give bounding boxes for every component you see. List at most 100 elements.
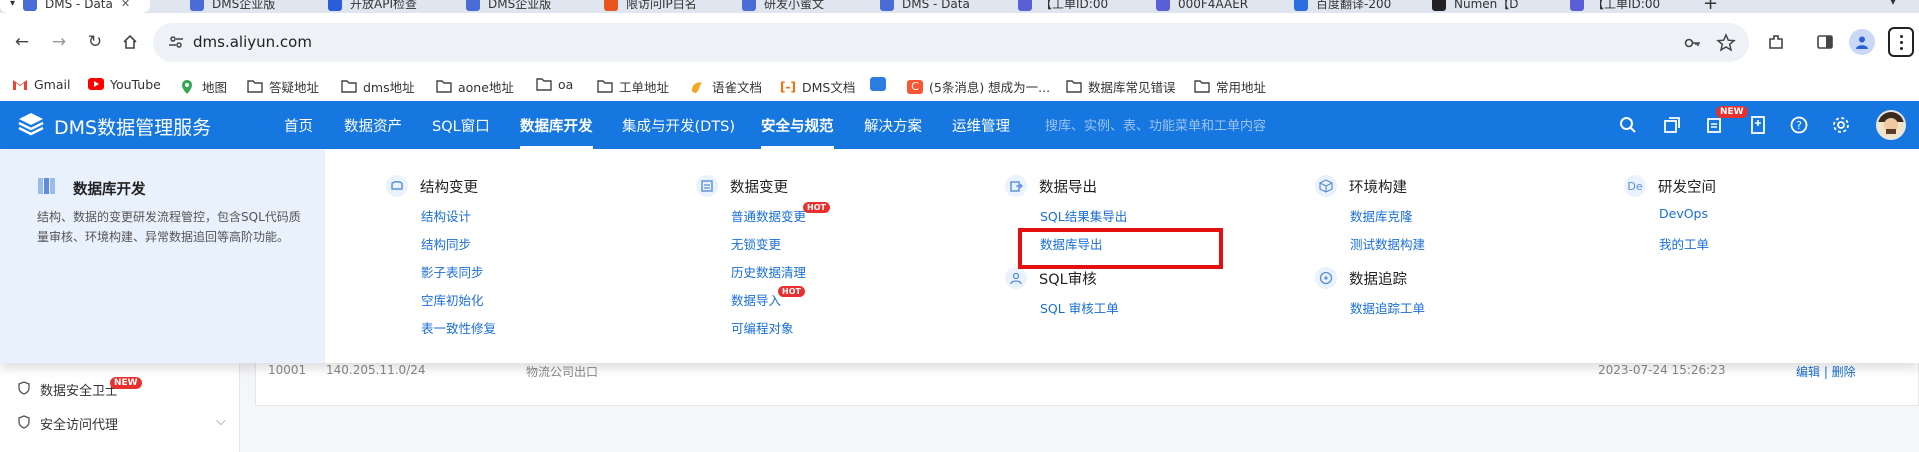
link-table-consistency-fix[interactable]: 表一致性修复	[421, 318, 496, 337]
extensions-icon[interactable]	[1765, 31, 1787, 53]
bookmark-folder[interactable]: 常用地址	[1194, 77, 1266, 96]
product-name: DMS数据管理服务	[54, 116, 212, 139]
link-empty-db-init[interactable]: 空库初始化	[421, 290, 484, 309]
ticket-favicon-icon	[1570, 0, 1584, 11]
dms-logo[interactable]: DMS数据管理服务	[16, 111, 211, 141]
nav-home[interactable]: 首页	[284, 101, 313, 149]
browser-tab[interactable]: 【工单ID:00	[1018, 0, 1108, 13]
global-search-input[interactable]: 搜库、实例、表、功能菜单和工单内容	[1045, 115, 1266, 134]
link-data-import[interactable]: 数据导入	[731, 290, 781, 309]
browser-tab[interactable]: ▾ DMS - Data ✕	[0, 0, 150, 13]
browser-tab[interactable]: DMS企业版	[466, 0, 551, 13]
csdn-icon: C	[907, 79, 923, 94]
chevron-down-icon[interactable]: ⌵	[216, 414, 226, 429]
bookmark-label: 数据库常见错误	[1088, 80, 1176, 95]
nav-sql-window[interactable]: SQL窗口	[432, 101, 490, 149]
tab-title: 限访问IP白名	[626, 0, 697, 11]
link-test-data-build[interactable]: 测试数据构建	[1350, 234, 1425, 253]
nav-solutions[interactable]: 解决方案	[864, 101, 922, 149]
bookmark-folder[interactable]: 工单地址	[597, 77, 669, 96]
nav-database-dev[interactable]: 数据库开发	[520, 101, 593, 149]
document-icon[interactable]	[1748, 115, 1768, 135]
folder-icon	[1066, 79, 1082, 94]
profile-icon[interactable]	[1849, 29, 1875, 55]
group-title: 环境构建	[1349, 179, 1407, 196]
table-cell: 10001	[268, 363, 307, 377]
shield-icon	[18, 414, 30, 433]
dms-favicon-icon	[23, 0, 38, 11]
help-icon[interactable]: ?	[1789, 115, 1809, 135]
reload-icon[interactable]: ↻	[84, 31, 106, 53]
browser-tab[interactable]: DMS企业版	[190, 0, 275, 13]
browser-menu-icon[interactable]	[1888, 27, 1914, 57]
sidebar-item-access-proxy[interactable]: 安全访问代理	[18, 414, 118, 433]
link-programmable-objects[interactable]: 可编程对象	[731, 318, 794, 337]
close-icon[interactable]: ✕	[121, 0, 130, 10]
bookmark-label: dms地址	[363, 80, 415, 95]
bookmark-star-icon[interactable]	[1716, 33, 1736, 53]
link-schema-design[interactable]: 结构设计	[421, 206, 471, 225]
dms-logo-icon	[16, 111, 46, 141]
chevron-down-icon[interactable]: ▾	[10, 0, 15, 9]
bookmark-youtube[interactable]: YouTube	[88, 77, 161, 92]
link-devops[interactable]: DevOps	[1659, 206, 1708, 221]
sidebar-item-data-security[interactable]: 数据安全卫士	[18, 380, 118, 399]
search-icon[interactable]	[1618, 115, 1638, 135]
link-lockless-change[interactable]: 无锁变更	[731, 234, 781, 253]
nav-ops[interactable]: 运维管理	[952, 101, 1010, 149]
link-sql-audit-ticket[interactable]: SQL 审核工单	[1040, 298, 1119, 317]
link-data-trace-ticket[interactable]: 数据追踪工单	[1350, 298, 1425, 317]
link-normal-data-change[interactable]: 普通数据变更	[731, 206, 806, 225]
bookmark-folder[interactable]: 数据库常见错误	[1066, 77, 1176, 96]
nav-data-assets[interactable]: 数据资产	[344, 101, 402, 149]
bookmark-app[interactable]	[870, 77, 886, 91]
cube-icon	[1315, 175, 1337, 197]
bookmark-folder[interactable]: aone地址	[436, 77, 514, 96]
link-sql-result-export[interactable]: SQL结果集导出	[1040, 206, 1127, 225]
group-data-trace: 数据追踪	[1315, 266, 1407, 290]
home-icon[interactable]	[119, 31, 141, 53]
nav-security[interactable]: 安全与规范	[761, 101, 834, 149]
bookmarks-bar: Gmail YouTube 地图 答疑地址 dms地址 aone地址 oa 工单…	[0, 71, 1919, 101]
bookmark-folder[interactable]: oa	[536, 77, 573, 92]
forward-icon[interactable]: →	[48, 31, 70, 53]
new-tab-icon[interactable]: +	[1703, 0, 1718, 13]
browser-tab[interactable]: 研发小蜜文	[742, 0, 824, 13]
bookmark-maps[interactable]: 地图	[180, 77, 227, 96]
browser-tab[interactable]: 限访问IP白名	[604, 0, 697, 13]
row-actions[interactable]: 编辑 | 删除	[1796, 363, 1856, 380]
bookmark-gmail[interactable]: Gmail	[12, 77, 70, 92]
link-my-tickets[interactable]: 我的工单	[1659, 234, 1709, 253]
browser-tab[interactable]: 开放API检查	[328, 0, 417, 13]
bookmark-csdn[interactable]: C (5条消息) 想成为一...	[907, 77, 1050, 96]
address-bar[interactable]: dms.aliyun.com	[153, 23, 1749, 62]
workbench-icon[interactable]	[1662, 115, 1682, 135]
url-text[interactable]: dms.aliyun.com	[193, 33, 312, 51]
tab-title: DMS - Data	[45, 0, 113, 11]
browser-tab[interactable]: 【工单ID:00	[1570, 0, 1660, 13]
link-database-clone[interactable]: 数据库克隆	[1350, 206, 1413, 225]
back-icon[interactable]: ←	[11, 31, 33, 53]
link-schema-sync[interactable]: 结构同步	[421, 234, 471, 253]
link-shadow-table-sync[interactable]: 影子表同步	[421, 262, 484, 281]
side-panel-icon[interactable]	[1814, 31, 1836, 53]
ticket-icon[interactable]	[1704, 115, 1724, 135]
bookmark-yuque[interactable]: 语雀文档	[690, 77, 762, 96]
nav-integration-dts[interactable]: 集成与开发(DTS)	[622, 101, 735, 149]
browser-tab[interactable]: 百度翻译-200	[1294, 0, 1391, 13]
bookmark-folder[interactable]: 答疑地址	[247, 77, 319, 96]
aone-favicon-icon	[604, 0, 618, 11]
avatar[interactable]	[1876, 110, 1906, 140]
link-history-data-cleanup[interactable]: 历史数据清理	[731, 262, 806, 281]
site-settings-icon[interactable]	[167, 33, 185, 51]
tab-title: 【工单ID:00	[1592, 0, 1661, 11]
bookmark-folder[interactable]: dms地址	[341, 77, 415, 96]
tab-search-icon[interactable]: ▾	[1890, 0, 1896, 8]
bookmark-dms-docs[interactable]: [-] DMS文档	[780, 77, 855, 96]
youtube-icon	[88, 77, 104, 92]
settings-icon[interactable]	[1831, 115, 1851, 135]
browser-tab[interactable]: 000F4AAER	[1156, 0, 1248, 13]
password-key-icon[interactable]	[1683, 33, 1703, 53]
browser-tab[interactable]: DMS - Data	[880, 0, 970, 13]
browser-tab[interactable]: Numen【D	[1432, 0, 1519, 13]
